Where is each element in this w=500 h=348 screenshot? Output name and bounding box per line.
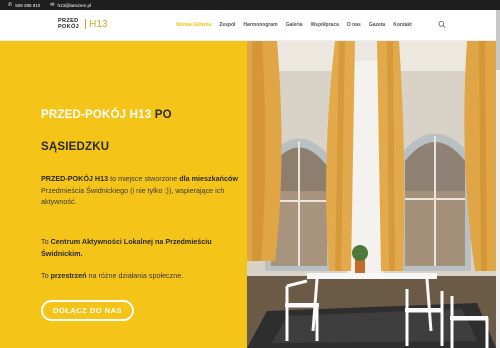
page-scrollbar[interactable] — [496, 10, 500, 348]
p3-text-1: To — [41, 271, 51, 280]
p2-bold-1: Centrum Aktywności Lokalnej na Przedmieś… — [41, 237, 212, 258]
hero-title-part2: PO — [154, 109, 172, 121]
room-photo — [247, 41, 496, 348]
p2-text-1: To — [41, 237, 51, 246]
top-bar: ✆ 509 286 910 ✉ h13@lanszem.pl — [0, 0, 500, 10]
nav-zespol[interactable]: Zespół — [219, 22, 235, 28]
nav-kontakt[interactable]: Kontakt — [393, 22, 412, 28]
logo-divider — [85, 19, 87, 29]
hero-paragraph-3: To przestrzeń na różne działania społecz… — [41, 270, 241, 282]
hero-section: PRZED-POKÓJ H13 PO SĄSIEDZKU PRZED-POKÓJ… — [0, 41, 500, 348]
logo-text: PRZED POKÓJ — [58, 18, 79, 30]
site-header: PRZED POKÓJ H13 Strona Główna Zespół Har… — [0, 10, 500, 41]
search-icon[interactable] — [438, 20, 446, 30]
nav-wspolpraca[interactable]: Współpraca — [311, 22, 339, 28]
phone-item[interactable]: ✆ 509 286 910 — [8, 1, 41, 8]
logo-h13: H13 — [85, 19, 107, 30]
hero-title: PRZED-POKÓJ H13 PO SĄSIEDZKU — [41, 99, 236, 163]
nav-gazeta[interactable]: Gazeta — [369, 22, 385, 28]
logo-h13-text: H13 — [89, 18, 108, 30]
p3-text-2: na różne działania społeczne. — [86, 271, 184, 280]
nav-strona-glowna[interactable]: Strona Główna — [176, 22, 211, 28]
hero-paragraph-1: PRZED-POKÓJ H13 to miejsce stworzone dla… — [41, 173, 241, 208]
room-photo-illustration — [247, 41, 496, 348]
p1-text-2: Przedmieścia Świdnickiego (i nie tylko :… — [41, 185, 225, 207]
p1-text-1: to miejsce stworzone — [108, 174, 180, 183]
p1-bold-1: PRZED-POKÓJ H13 — [41, 174, 109, 183]
hero-title-part1: PRZED-POKÓJ H13 — [41, 109, 155, 121]
phone-number: 509 286 910 — [15, 2, 41, 8]
p1-bold-2: dla mieszkańców — [179, 174, 238, 183]
nav-o-nas[interactable]: O nas — [347, 22, 361, 28]
main-nav: Strona Główna Zespół Harmonogram Galeria… — [176, 22, 420, 28]
envelope-icon: ✉ — [50, 1, 55, 8]
site-logo[interactable]: PRZED POKÓJ H13 — [58, 18, 107, 30]
hero-paragraph-2: To Centrum Aktywności Lokalnej na Przedm… — [41, 236, 241, 259]
join-us-button[interactable]: DOŁĄCZ DO NAS — [41, 300, 134, 321]
nav-galeria[interactable]: Galeria — [286, 22, 303, 28]
phone-icon: ✆ — [8, 1, 13, 8]
scrollbar-thumb[interactable] — [496, 10, 500, 70]
logo-line2: POKÓJ — [58, 24, 80, 30]
hero-yellow-panel: PRZED-POKÓJ H13 PO SĄSIEDZKU PRZED-POKÓJ… — [0, 41, 247, 348]
hero-title-line2: SĄSIEDZKU — [41, 141, 110, 153]
email-address: h13@lanszem.pl — [57, 2, 92, 8]
p3-bold-1: przestrzeń — [50, 271, 87, 280]
email-item[interactable]: ✉ h13@lanszem.pl — [50, 1, 92, 8]
nav-harmonogram[interactable]: Harmonogram — [243, 22, 277, 28]
